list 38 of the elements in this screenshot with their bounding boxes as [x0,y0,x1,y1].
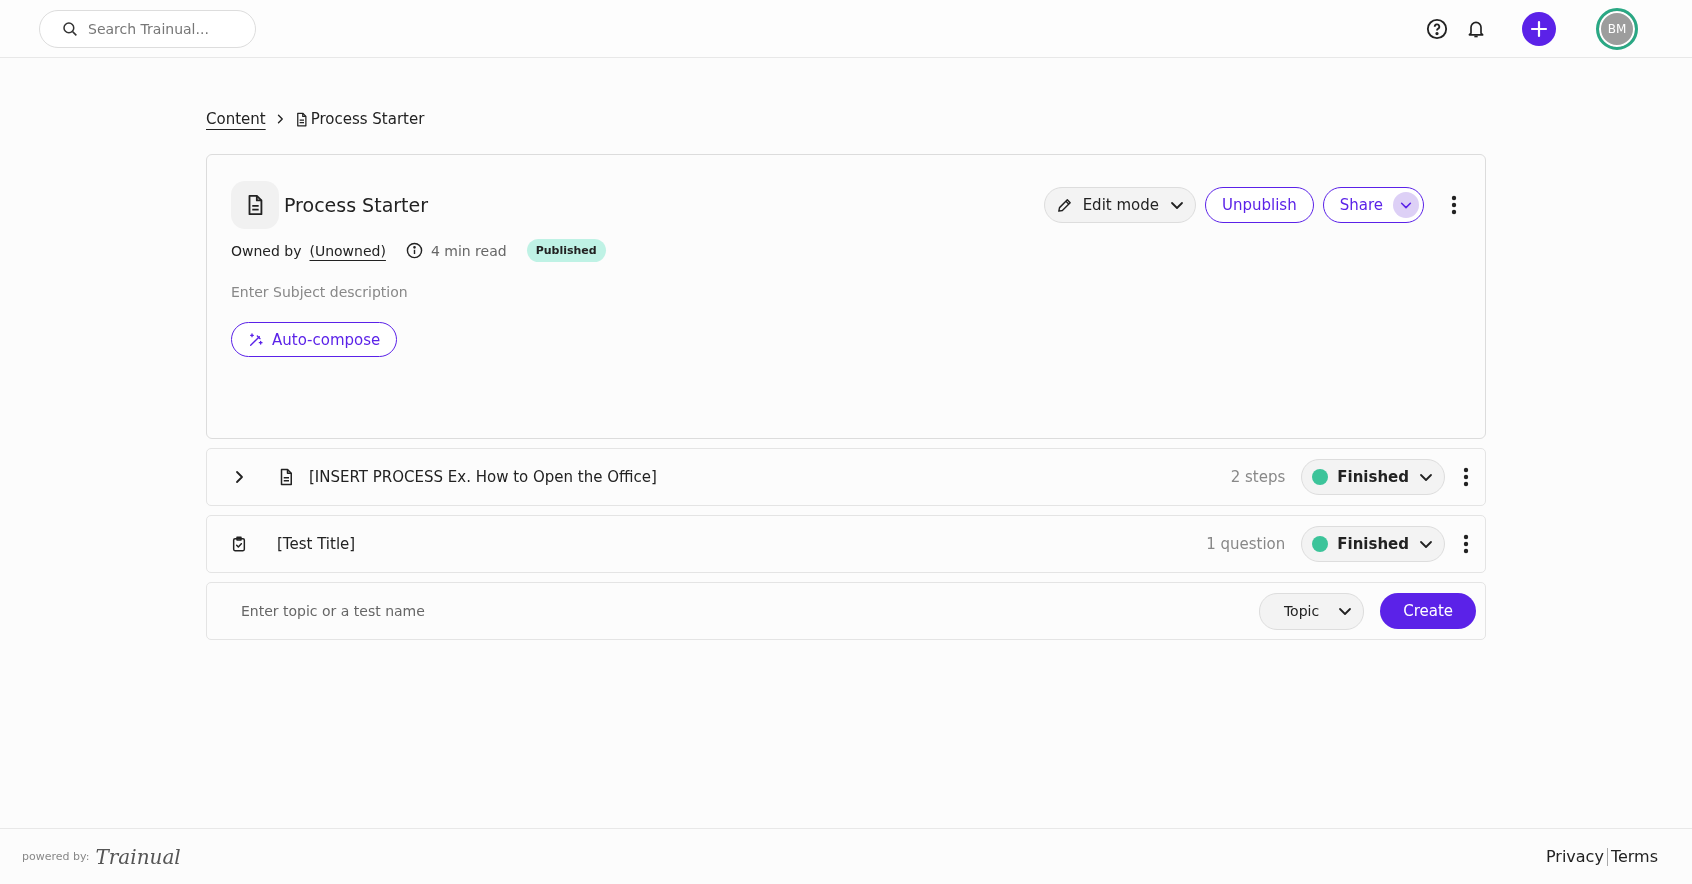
status-badge: Published [526,239,606,262]
auto-compose-button[interactable]: Auto-compose [231,322,398,357]
plus-icon [1530,19,1548,38]
type-dropdown[interactable]: Topic [1258,592,1365,630]
owner-link[interactable]: (Unowned) [309,242,386,259]
share-button[interactable]: Share [1322,187,1424,223]
brand-logo: Trainual [95,844,181,869]
owner-label: Owned by [231,242,302,259]
more-options-icon [1463,467,1469,487]
unpublish-button[interactable]: Unpublish [1205,187,1314,223]
name-field[interactable]: Enter topic or a test name [231,602,1259,620]
edit-mode-dropdown[interactable]: Edit mode [1043,187,1196,223]
row-title[interactable]: [Test Title] [277,535,356,553]
footer-link[interactable]: Terms [1610,847,1658,866]
subject-title: Process Starter [284,194,429,216]
add-button[interactable] [1522,11,1556,46]
create-button[interactable]: Create [1380,593,1476,629]
search-field[interactable]: Search Trainual... [39,9,256,48]
breadcrumb-current: Process Starter [310,110,425,128]
magic-wand-icon [248,331,264,348]
read-time: 4 min read [430,242,507,259]
description-field[interactable]: Enter Subject description [231,284,631,300]
row-title[interactable]: [INSERT PROCESS Ex. How to Open the Office] [309,468,657,486]
more-options-icon [1451,195,1457,215]
clipboard-check-icon [231,535,247,553]
help-button[interactable] [1426,17,1448,40]
info-icon [405,242,423,259]
footer-link[interactable]: Privacy [1545,847,1604,866]
more-options-icon [1463,534,1469,554]
breadcrumb-link[interactable]: Content [206,110,266,128]
status-dropdown[interactable]: Finished [1301,459,1445,495]
status-dropdown[interactable]: Finished [1301,526,1445,562]
item-count: 1 question [1206,535,1286,553]
item-count: 2 steps [1230,468,1286,486]
powered-by-label: powered by: [22,850,90,863]
help-icon [1426,17,1448,40]
search-icon [61,19,79,38]
pencil-icon [1055,196,1073,214]
